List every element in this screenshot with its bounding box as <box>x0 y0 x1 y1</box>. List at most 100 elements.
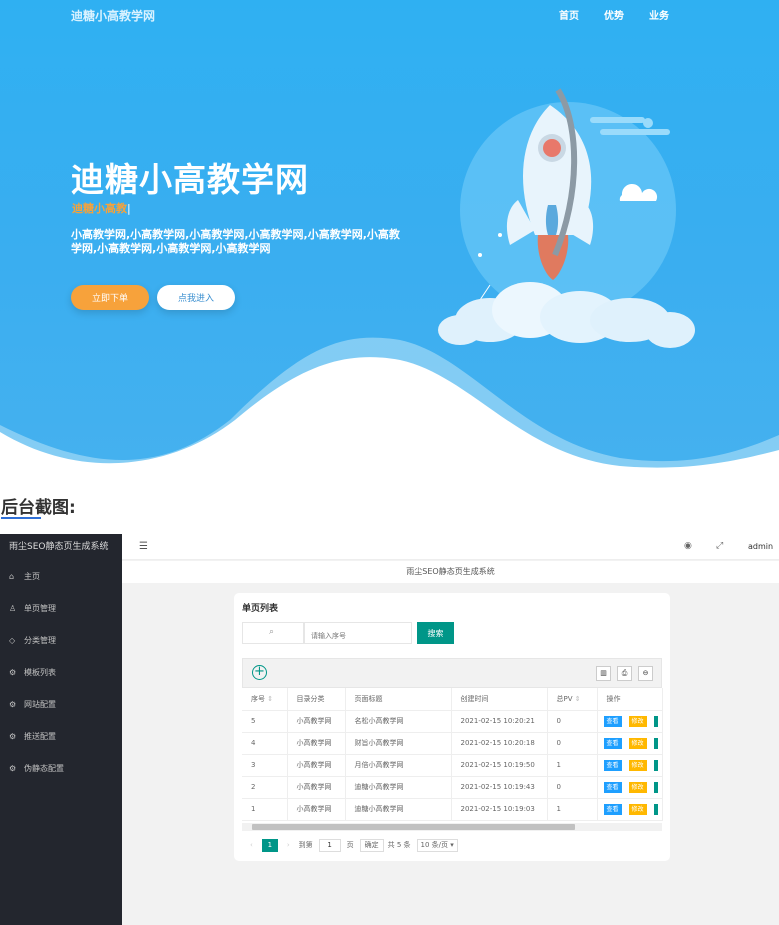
view-button[interactable]: 查看 <box>603 759 622 771</box>
cell-created: 2021-02-15 10:19:50 <box>451 754 548 777</box>
cell-title: 迪糖小高教学网 <box>345 776 452 799</box>
edit-button[interactable]: 修改 <box>628 737 647 749</box>
chevron-down-icon: ▾ <box>450 840 454 849</box>
cell-category: 小高教学网 <box>287 798 346 821</box>
edit-button[interactable]: 修改 <box>628 759 647 771</box>
table-header-row: 序号 ⇕ 目录分类 页面标题 创建时间 总PV ⇕ 操作 <box>242 688 663 711</box>
cell-category: 小高教学网 <box>287 754 346 777</box>
sidebar-item-templates[interactable]: ⚙ 模板列表 <box>0 656 122 688</box>
more-button[interactable] <box>653 715 658 727</box>
cell-pv: 0 <box>547 732 598 755</box>
user-menu[interactable]: admin <box>748 542 773 551</box>
section-title: 后台截图: <box>1 498 76 518</box>
fullscreen-icon[interactable]: ⤢ <box>716 541 723 551</box>
col-pv[interactable]: 总PV ⇕ <box>547 688 598 711</box>
add-icon[interactable]: + <box>252 665 267 680</box>
cell-created: 2021-02-15 10:20:18 <box>451 732 548 755</box>
scrollbar-thumb[interactable] <box>252 824 575 830</box>
search-field-label: ⌕ <box>242 622 304 644</box>
sidebar-item-label: 模板列表 <box>24 667 56 677</box>
cell-actions: 查看 修改 <box>597 710 663 733</box>
pagination: ‹ 1 › 到第 1 页 确定 共 5 条 10 条/页 ▾ <box>250 838 458 852</box>
search-button[interactable]: 搜索 <box>417 622 454 644</box>
page-table: 序号 ⇕ 目录分类 页面标题 创建时间 总PV ⇕ 操作 5 小高教学网 名松小… <box>242 688 663 821</box>
horizontal-scrollbar[interactable] <box>242 823 662 831</box>
col-created: 创建时间 <box>451 688 548 711</box>
sidebar-item-rewrite-config[interactable]: ⚙ 伪静态配置 <box>0 752 122 784</box>
view-button[interactable]: 查看 <box>603 715 622 727</box>
cell-title: 迪糖小高教学网 <box>345 798 452 821</box>
next-page-icon[interactable]: › <box>287 841 290 849</box>
admin-topbar: ☰ ◉ ⤢ admin <box>122 534 779 560</box>
goto-confirm-button[interactable]: 确定 <box>359 838 384 852</box>
current-page[interactable]: 1 <box>261 838 278 852</box>
sidebar-item-categories[interactable]: ◇ 分类管理 <box>0 624 122 656</box>
edit-button[interactable]: 修改 <box>628 803 647 815</box>
cell-category: 小高教学网 <box>287 710 346 733</box>
columns-icon[interactable]: ▥ <box>596 666 611 681</box>
cell-title: 名松小高教学网 <box>345 710 452 733</box>
col-title: 页面标题 <box>345 688 452 711</box>
brand-logo[interactable]: 迪糖小高教学网 <box>71 7 155 24</box>
cell-id: 5 <box>242 710 288 733</box>
col-id[interactable]: 序号 ⇕ <box>242 688 288 711</box>
view-button[interactable]: 查看 <box>603 737 622 749</box>
search-icon: ⌕ <box>269 627 275 637</box>
card-title: 单页列表 <box>242 604 279 614</box>
gear-icon: ⚙ <box>9 699 17 709</box>
order-button[interactable]: 立即下单 <box>71 285 149 310</box>
more-button[interactable] <box>653 759 658 771</box>
cell-title: 月倍小高教学网 <box>345 754 452 777</box>
export-icon[interactable]: ⊖ <box>638 666 653 681</box>
page-list-card: 单页列表 ⌕ 搜索 + ▥ ⎙ ⊖ 序号 ⇕ 目录分类 页面标题 <box>234 593 670 861</box>
edit-button[interactable]: 修改 <box>628 781 647 793</box>
search-input-wrap <box>304 622 412 646</box>
page-size-select[interactable]: 10 条/页 ▾ <box>416 838 458 852</box>
menu-collapse-icon[interactable]: ☰ <box>139 541 148 552</box>
more-button[interactable] <box>653 803 658 815</box>
table-row: 4 小高教学网 财旨小高教学网 2021-02-15 10:20:18 0 查看… <box>242 732 663 755</box>
more-button[interactable] <box>653 781 658 793</box>
edit-button[interactable]: 修改 <box>628 715 647 727</box>
search-input[interactable] <box>305 626 411 646</box>
cell-created: 2021-02-15 10:19:43 <box>451 776 548 799</box>
sidebar-item-push-config[interactable]: ⚙ 推送配置 <box>0 720 122 752</box>
hero-subtitle-text: 迪糖小高教 <box>72 202 127 215</box>
system-title: 雨尘SEO静态页生成系统 <box>9 542 109 552</box>
table-row: 1 小高教学网 迪糖小高教学网 2021-02-15 10:19:03 1 查看… <box>242 798 663 821</box>
sidebar-item-home[interactable]: ⌂ 主页 <box>0 560 122 592</box>
cell-category: 小高教学网 <box>287 732 346 755</box>
gear-icon: ⚙ <box>9 667 17 677</box>
sidebar: 雨尘SEO静态页生成系统 ⌂ 主页 ♙ 单页管理 ◇ 分类管理 ⚙ 模板列表 ⚙… <box>0 534 122 925</box>
more-button[interactable] <box>653 737 658 749</box>
nav-item-advantage[interactable]: 优势 <box>604 7 624 22</box>
gear-icon: ⚙ <box>9 731 17 741</box>
goto-prefix: 到第 <box>298 841 313 849</box>
home-icon: ⌂ <box>9 571 15 581</box>
cell-created: 2021-02-15 10:20:21 <box>451 710 548 733</box>
theme-icon[interactable]: ◉ <box>684 541 692 551</box>
hero-description: 小高教学网,小高教学网,小高教学网,小高教学网,小高教学网,小高教学网,小高教学… <box>71 228 400 255</box>
cell-pv: 0 <box>547 776 598 799</box>
cell-id: 3 <box>242 754 288 777</box>
sidebar-item-label: 推送配置 <box>24 731 56 741</box>
view-button[interactable]: 查看 <box>603 803 622 815</box>
rocket-illustration <box>438 88 695 348</box>
print-icon[interactable]: ⎙ <box>617 666 632 681</box>
sidebar-item-label: 主页 <box>24 571 40 581</box>
nav-item-business[interactable]: 业务 <box>649 7 669 22</box>
prev-page-icon[interactable]: ‹ <box>250 841 253 849</box>
table-row: 5 小高教学网 名松小高教学网 2021-02-15 10:20:21 0 查看… <box>242 710 663 733</box>
cell-actions: 查看 修改 <box>597 732 663 755</box>
view-button[interactable]: 查看 <box>603 781 622 793</box>
goto-page-input[interactable]: 1 <box>318 838 341 852</box>
sidebar-item-pages[interactable]: ♙ 单页管理 <box>0 592 122 624</box>
hero-title: 迪糖小高教学网 <box>71 160 309 199</box>
col-actions: 操作 <box>597 688 663 711</box>
page-tab[interactable]: 雨尘SEO静态页生成系统 <box>122 561 779 583</box>
enter-button[interactable]: 点我进入 <box>157 285 235 310</box>
nav-item-home[interactable]: 首页 <box>559 7 579 22</box>
user-icon: ♙ <box>9 603 17 613</box>
sidebar-item-site-config[interactable]: ⚙ 网站配置 <box>0 688 122 720</box>
hero-banner: 迪糖小高教学网 首页 优势 业务 迪糖小高教学网 迪糖小高教| 小高教学网,小高… <box>0 0 779 470</box>
